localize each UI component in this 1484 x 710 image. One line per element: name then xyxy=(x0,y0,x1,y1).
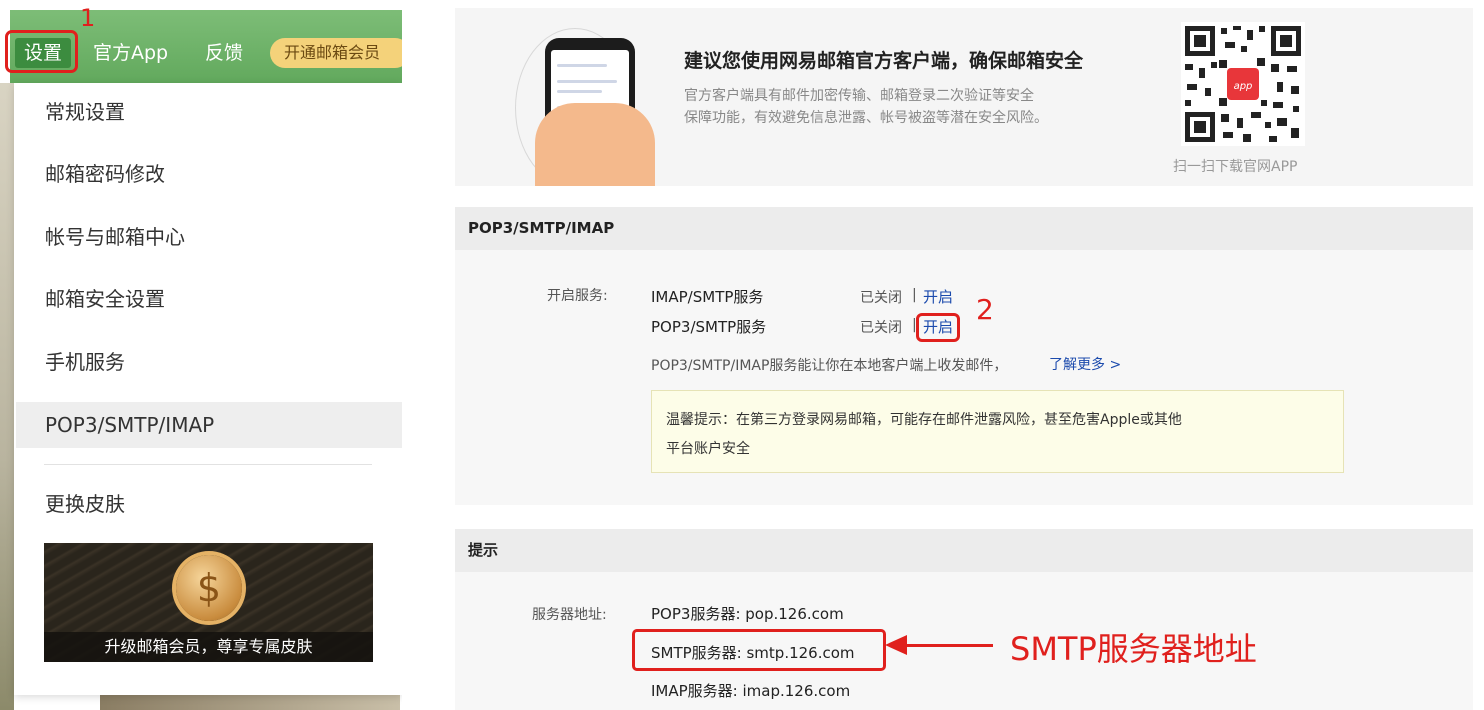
pop3-service-name: POP3/SMTP服务 xyxy=(651,318,767,336)
menu-item-pop3-smtp-imap[interactable]: POP3/SMTP/IMAP xyxy=(16,402,402,448)
settings-menu: 常规设置 邮箱密码修改 帐号与邮箱中心 邮箱安全设置 手机服务 POP3/SMT… xyxy=(14,83,402,695)
qr-code: app xyxy=(1181,22,1305,146)
official-app-link[interactable]: 官方App xyxy=(93,38,168,68)
vip-button[interactable]: 开通邮箱会员 xyxy=(270,38,402,68)
promo-description-line1: 官方客户端具有邮件加密传输、邮箱登录二次验证等安全 xyxy=(684,88,1034,104)
tip-panel-header: 提示 xyxy=(455,529,1473,572)
vip-coin-icon: $ xyxy=(176,555,242,621)
feedback-link[interactable]: 反馈 xyxy=(205,38,243,68)
pop3-server: POP3服务器: pop.126.com xyxy=(651,605,844,623)
imap-service-name: IMAP/SMTP服务 xyxy=(651,288,764,306)
menu-item-security[interactable]: 邮箱安全设置 xyxy=(16,276,402,322)
settings-highlight-box xyxy=(5,30,78,73)
menu-item-password[interactable]: 邮箱密码修改 xyxy=(16,151,402,197)
pop3-smtp-imap-panel: POP3/SMTP/IMAP 开启服务: IMAP/SMTP服务 已关闭 | 开… xyxy=(455,207,1473,505)
background-strip xyxy=(0,83,14,710)
menu-item-general[interactable]: 常规设置 xyxy=(16,89,402,135)
qr-app-badge: app xyxy=(1234,81,1253,92)
promo-title: 建议您使用网易邮箱官方客户端，确保邮箱安全 xyxy=(684,50,1084,72)
warning-box: 温馨提示：在第三方登录网易邮箱，可能存在邮件泄露风险，甚至危害Apple或其他 … xyxy=(651,390,1344,473)
skin-banner-caption: 升级邮箱会员，尊享专属皮肤 xyxy=(44,632,373,662)
service-label: 开启服务: xyxy=(547,288,608,304)
enable-highlight-box xyxy=(916,313,960,342)
settings-dropdown-panel: 设置 1 官方App 反馈 开通邮箱会员 常规设置 邮箱密码修改 帐号与邮箱中心… xyxy=(0,0,402,710)
skin-promo-banner[interactable]: $ 升级邮箱会员，尊享专属皮肤 xyxy=(44,543,373,662)
hand-illustration xyxy=(535,103,655,186)
menu-item-skin[interactable]: 更换皮肤 xyxy=(16,481,402,527)
imap-service-status: 已关闭 xyxy=(860,290,902,306)
pop-panel-header: POP3/SMTP/IMAP xyxy=(455,207,1473,250)
smtp-annotation-label: SMTP服务器地址 xyxy=(1010,630,1257,668)
client-promo-banner: 建议您使用网易邮箱官方客户端，确保邮箱安全 官方客户端具有邮件加密传输、邮箱登录… xyxy=(455,8,1473,186)
imap-enable-link[interactable]: 开启 xyxy=(923,286,953,307)
menu-item-account-center[interactable]: 帐号与邮箱中心 xyxy=(16,214,402,260)
menu-item-mobile[interactable]: 手机服务 xyxy=(16,339,402,385)
pop3-service-status: 已关闭 xyxy=(860,320,902,336)
service-info-text: POP3/SMTP/IMAP服务能让你在本地客户端上收发邮件， xyxy=(651,358,1008,374)
warning-line2: 平台账户安全 xyxy=(666,441,750,457)
menu-divider xyxy=(44,464,372,465)
step-marker-1: 1 xyxy=(80,4,96,32)
qr-caption: 扫一扫下载官网APP xyxy=(1173,159,1298,175)
warning-line1: 温馨提示：在第三方登录网易邮箱，可能存在邮件泄露风险，甚至危害Apple或其他 xyxy=(666,412,1182,428)
step-marker-2: 2 xyxy=(976,293,994,326)
promo-description-line2: 保障功能，有效避免信息泄露、帐号被盗等潜在安全风险。 xyxy=(684,110,1048,126)
server-tip-panel: 提示 服务器地址: POP3服务器: pop.126.com SMTP服务器: … xyxy=(455,529,1473,710)
server-address-label: 服务器地址: xyxy=(532,607,607,623)
smtp-highlight-box xyxy=(632,629,886,671)
separator: | xyxy=(912,287,917,303)
imap-server: IMAP服务器: imap.126.com xyxy=(651,682,851,700)
arrow-left-icon xyxy=(885,635,907,655)
learn-more-link[interactable]: 了解更多 > xyxy=(1049,354,1121,374)
annotation-arrow-shaft xyxy=(900,644,993,647)
